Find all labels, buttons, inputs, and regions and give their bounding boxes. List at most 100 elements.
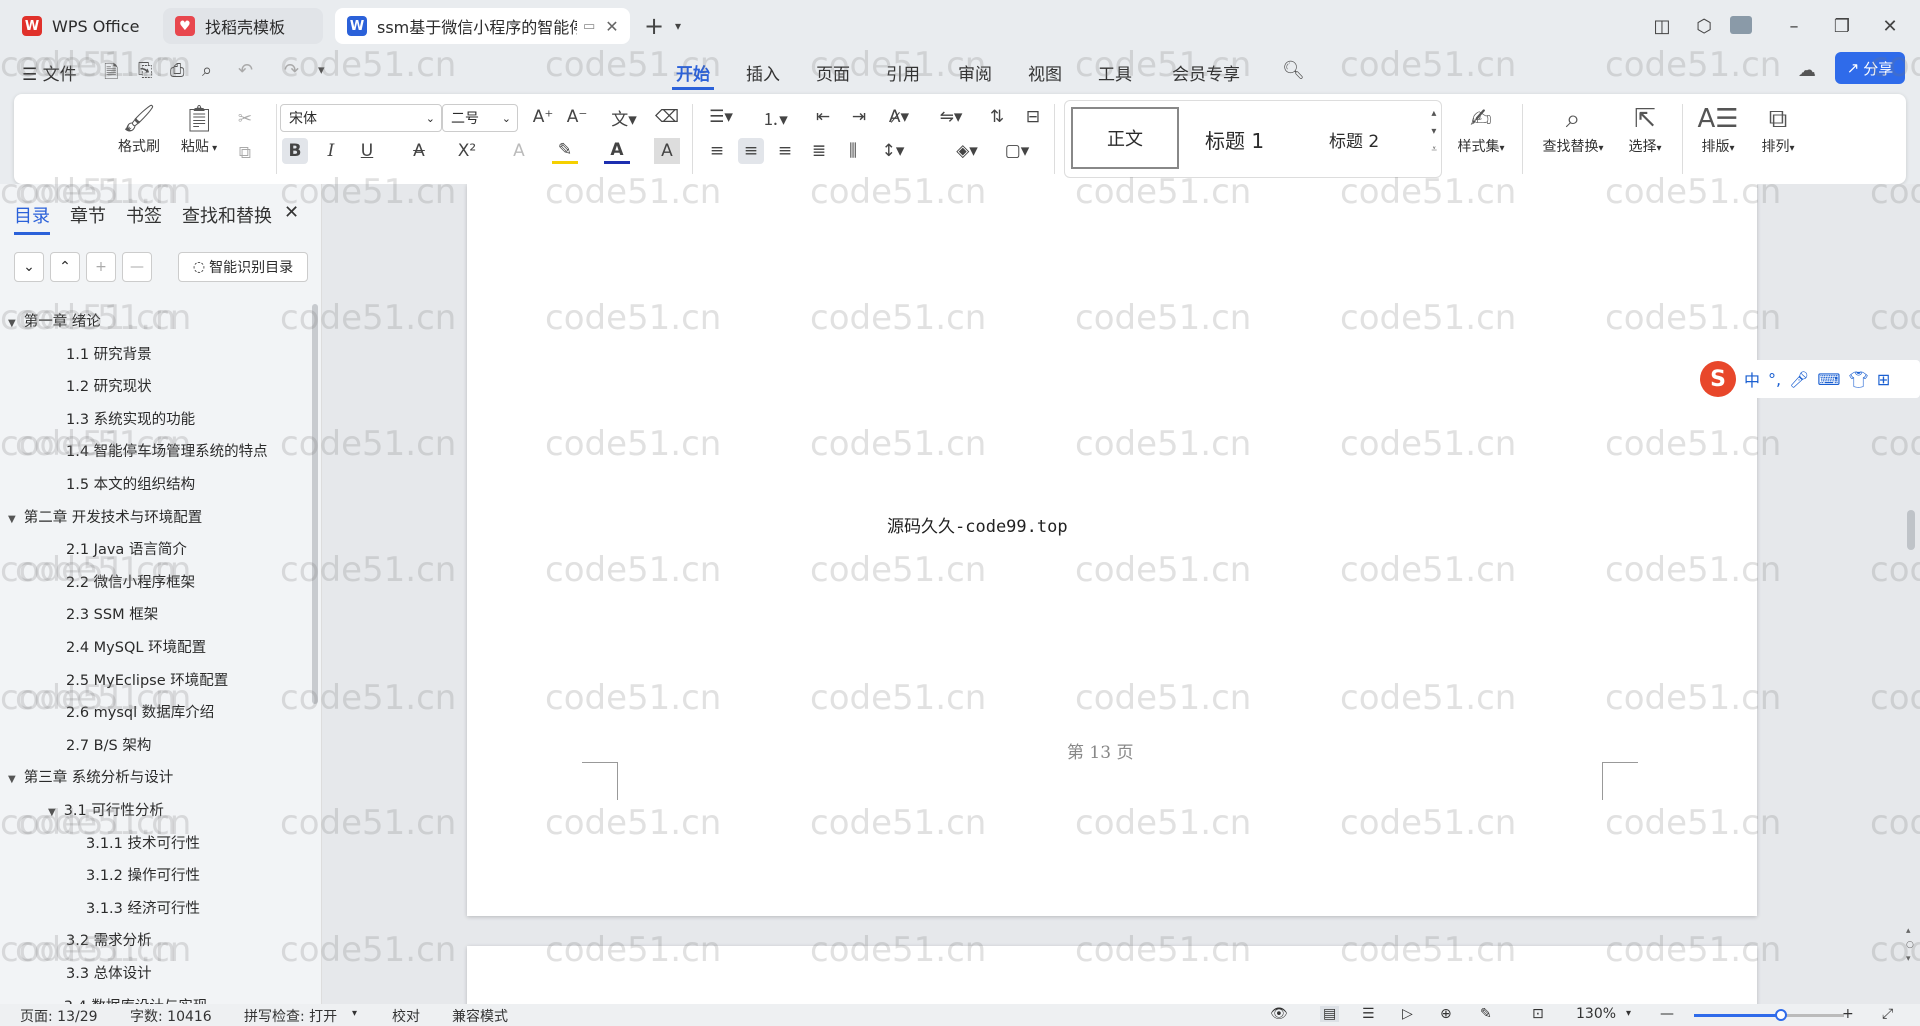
find-replace-button[interactable]: ⌕ 查找替换▾: [1534, 104, 1612, 156]
sidebar-toggle-icon[interactable]: ◫: [1648, 12, 1676, 40]
zoom-slider-knob[interactable]: [1775, 1009, 1787, 1021]
zoom-in-icon[interactable]: +: [1842, 1006, 1854, 1022]
tab-home[interactable]: 开始: [672, 58, 714, 90]
chinese-layout-icon[interactable]: ⇋▾: [934, 104, 968, 130]
undo-icon[interactable]: ↶: [238, 60, 253, 81]
grid-icon[interactable]: ⊞: [1877, 370, 1890, 389]
toc-item[interactable]: 3.1.3 经济可行性: [86, 897, 200, 918]
expand-icon[interactable]: ⌄: [14, 252, 44, 282]
save-icon[interactable]: 🗎: [104, 60, 118, 90]
clear-format-icon[interactable]: ⌫: [654, 104, 680, 130]
copy-icon[interactable]: ⧉: [232, 140, 258, 166]
toc-item[interactable]: 2.4 MySQL 环境配置: [66, 636, 206, 657]
tab-member[interactable]: 会员专享: [1168, 58, 1244, 87]
panel-tab-toc[interactable]: 目录: [14, 202, 50, 235]
show-marks-icon[interactable]: ⊟: [1020, 104, 1046, 130]
numbered-list-icon[interactable]: ⒈▾: [758, 104, 792, 130]
toc-item[interactable]: ▼ 第一章 绪论: [8, 310, 101, 331]
body-text[interactable]: 源码久久-code99.top: [887, 512, 1068, 537]
toc-item[interactable]: 2.5 MyEclipse 环境配置: [66, 669, 228, 690]
style-heading-2[interactable]: 标题 2: [1329, 127, 1379, 152]
cut-icon[interactable]: ✂: [232, 106, 258, 132]
toc-item[interactable]: ▼ 3.1 可行性分析: [48, 799, 164, 820]
close-panel-icon[interactable]: ✕: [284, 202, 299, 223]
tab-template[interactable]: ♥ 找稻壳模板: [163, 8, 323, 44]
panel-tab-find[interactable]: 查找和替换: [182, 202, 272, 228]
text-effect-icon[interactable]: A: [506, 138, 532, 164]
border-icon[interactable]: ▢▾: [1000, 138, 1034, 164]
print-preview-icon[interactable]: ⌕: [202, 60, 212, 81]
expand-arrow-icon[interactable]: ▼: [8, 318, 16, 329]
bullet-list-icon[interactable]: ☰▾: [704, 104, 738, 130]
font-color-icon[interactable]: A: [604, 138, 630, 164]
toc-item[interactable]: 1.2 研究现状: [66, 375, 152, 396]
tab-tools[interactable]: 工具: [1094, 58, 1136, 87]
indent-icon[interactable]: ⇥: [846, 104, 872, 130]
customize-icon[interactable]: ▾: [318, 63, 325, 78]
ime-toolbar[interactable]: S 中 °, 🎤︎ ⌨ 👕︎ ⊞: [1700, 360, 1920, 398]
tab-view[interactable]: 视图: [1024, 58, 1066, 87]
highlight-icon[interactable]: ✎: [552, 138, 578, 164]
tab-page[interactable]: 页面: [812, 58, 854, 87]
toc-item[interactable]: ▼ 第三章 系统分析与设计: [8, 766, 173, 787]
font-name-select[interactable]: 宋体 ⌄: [280, 104, 442, 132]
select-button[interactable]: ⇱ 选择▾: [1620, 104, 1670, 156]
page-counter[interactable]: 页面: 13/29: [20, 1006, 98, 1026]
add-icon[interactable]: +: [86, 252, 116, 282]
toc-item[interactable]: 3.3 总体设计: [66, 962, 152, 983]
page-view-icon[interactable]: ▤: [1320, 1006, 1340, 1022]
tab-review[interactable]: 审阅: [954, 58, 996, 87]
align-center-icon[interactable]: ≡: [738, 138, 764, 164]
doc-scrollbar[interactable]: [1907, 510, 1915, 550]
pen-icon[interactable]: ✎: [1480, 1006, 1492, 1022]
ime-lang[interactable]: 中: [1744, 367, 1760, 391]
file-menu[interactable]: ☰ 文件: [22, 60, 77, 85]
align-right-icon[interactable]: ≡: [772, 138, 798, 164]
document-page-next[interactable]: [467, 946, 1757, 1004]
restore-icon[interactable]: ❐: [1828, 12, 1856, 40]
close-tab-icon[interactable]: ✕: [605, 17, 618, 36]
collapse-icon[interactable]: ⌃: [50, 252, 80, 282]
toc-item[interactable]: 1.4 智能停车场管理系统的特点: [66, 440, 268, 461]
toc-item[interactable]: 2.7 B/S 架构: [66, 734, 151, 755]
share-button[interactable]: ↗ 分享: [1835, 52, 1905, 84]
eye-icon[interactable]: 👁︎: [1270, 1006, 1288, 1022]
strikethrough-icon[interactable]: A: [406, 138, 432, 164]
outdent-icon[interactable]: ⇤: [810, 104, 836, 130]
smart-toc-button[interactable]: ◌ 智能识别目录: [178, 252, 308, 282]
toc-item[interactable]: 2.1 Java 语言简介: [66, 538, 187, 559]
zoom-level[interactable]: 130%: [1576, 1006, 1616, 1022]
paste-button[interactable]: 📋︎ 粘贴 ▾: [176, 104, 222, 156]
tab-document[interactable]: W ssm基于微信小程序的智能停车 ▭ ✕: [335, 8, 630, 44]
toc-item[interactable]: 2.2 微信小程序框架: [66, 571, 195, 592]
toc-item[interactable]: 3.1.2 操作可行性: [86, 864, 200, 885]
keyboard-icon[interactable]: ⌨: [1817, 370, 1840, 389]
proofread[interactable]: 校对: [392, 1006, 420, 1026]
superscript-icon[interactable]: X²: [454, 138, 480, 164]
zoom-out-icon[interactable]: —: [1660, 1006, 1674, 1022]
distributed-icon[interactable]: ⫼: [840, 138, 866, 164]
ime-punct[interactable]: °,: [1768, 370, 1781, 389]
chat-icon[interactable]: ☁: [1798, 60, 1816, 81]
char-shading-icon[interactable]: A: [654, 138, 680, 164]
toc-item[interactable]: 3.2 需求分析: [66, 929, 152, 950]
toc-item[interactable]: 1.5 本文的组织结构: [66, 473, 195, 494]
word-count[interactable]: 字数: 10416: [130, 1006, 212, 1026]
document-page[interactable]: 源码久久-code99.top 第 13 页: [467, 184, 1757, 916]
chevron-down-icon[interactable]: ▾: [664, 12, 692, 40]
phonetic-icon[interactable]: 文▾: [604, 104, 644, 130]
panel-tab-bookmark[interactable]: 书签: [126, 202, 162, 228]
bold-button[interactable]: B: [282, 138, 308, 164]
fullscreen-icon[interactable]: ⤢: [1882, 1006, 1893, 1022]
panel-tab-chapter[interactable]: 章节: [70, 202, 106, 228]
print-icon[interactable]: ⎙: [170, 60, 184, 81]
microphone-icon[interactable]: 🎤︎: [1789, 370, 1809, 389]
fit-page-icon[interactable]: ⊡: [1532, 1006, 1544, 1022]
expand-arrow-icon[interactable]: ▼: [8, 774, 16, 785]
italic-button[interactable]: I: [318, 138, 344, 164]
export-icon[interactable]: ⎘: [138, 60, 152, 81]
scroll-arrows[interactable]: ▴ ○ ▾: [1906, 924, 1914, 966]
document-canvas[interactable]: 源码久久-code99.top 第 13 页 ▴ ○ ▾: [322, 184, 1920, 1004]
justify-icon[interactable]: ≣: [806, 138, 832, 164]
shrink-font-icon[interactable]: A⁻: [564, 104, 590, 130]
